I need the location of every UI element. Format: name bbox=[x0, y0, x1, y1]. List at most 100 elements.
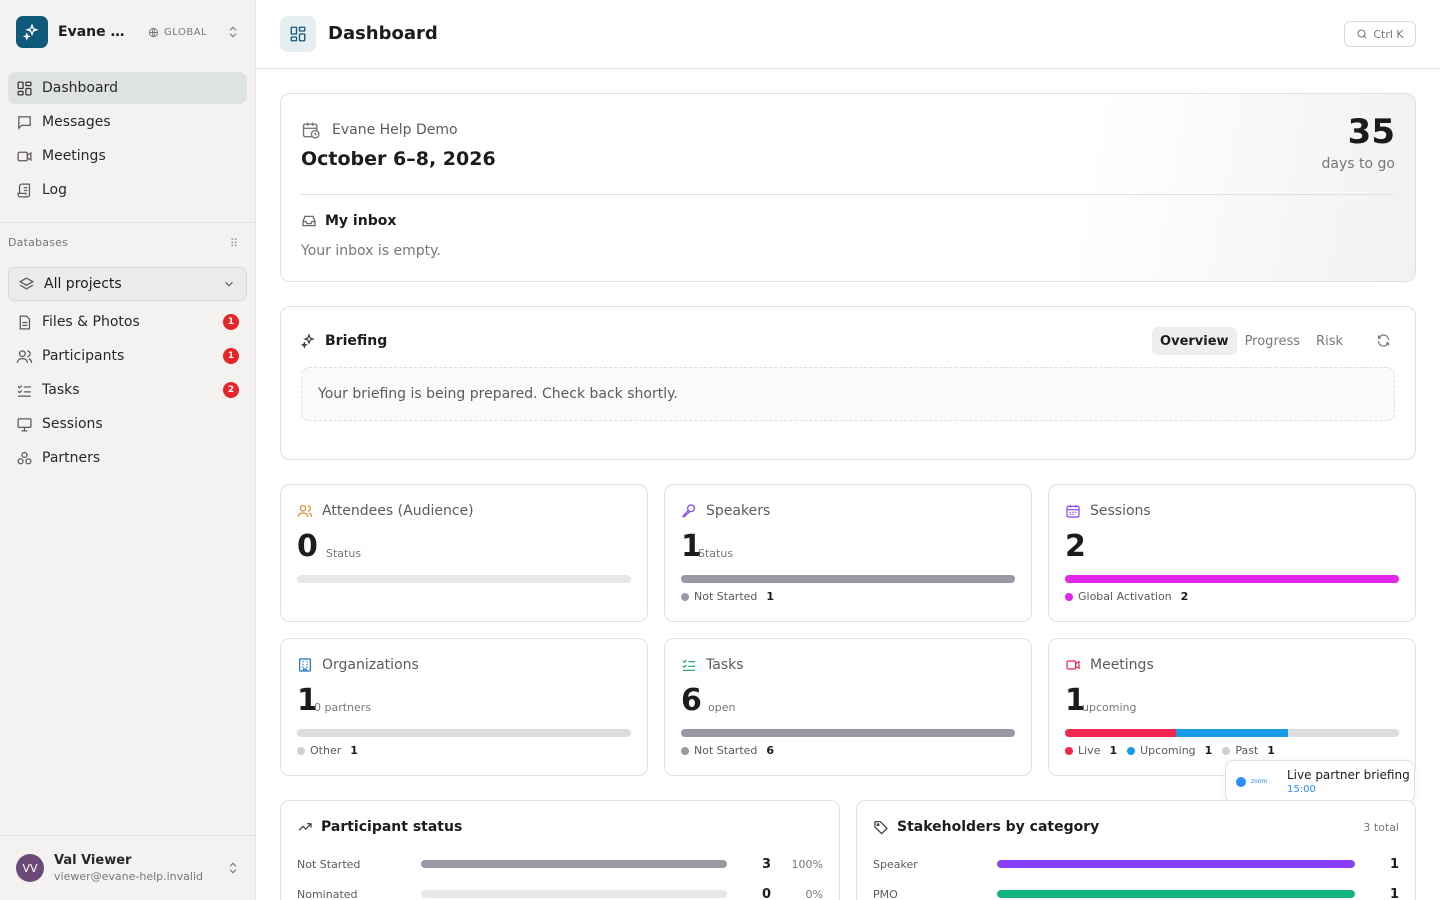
user-menu[interactable]: VV Val Viewer viewer@evane-help.invalid bbox=[16, 851, 240, 885]
row-label: Nominated bbox=[297, 887, 358, 900]
legend-label: Other bbox=[310, 744, 342, 757]
table-row[interactable]: Nominated 0 0% bbox=[297, 887, 823, 900]
nav-label: Meetings bbox=[42, 148, 106, 164]
toast-title: Live partner briefing bbox=[1287, 768, 1410, 782]
legend-dot bbox=[297, 746, 305, 755]
stat-bar bbox=[297, 729, 631, 737]
search-button[interactable]: Ctrl K bbox=[1344, 21, 1416, 47]
tags-icon bbox=[873, 819, 889, 835]
nav-item-meetings[interactable]: Meetings bbox=[8, 140, 247, 172]
sidebar: Evane Help Demo GLOBAL Dashboard Message… bbox=[0, 0, 256, 900]
live-meeting-toast[interactable]: zoom Live partner briefing 15:00 bbox=[1225, 760, 1415, 803]
count-badge: 1 bbox=[223, 348, 239, 364]
nav-label: Dashboard bbox=[42, 80, 118, 96]
search-shortcut: Ctrl K bbox=[1373, 27, 1404, 41]
stat-title: Attendees (Audience) bbox=[322, 503, 474, 519]
stakeholders-card: Stakeholders by category 3 total Speaker… bbox=[856, 800, 1416, 900]
calendar-clock-icon bbox=[301, 120, 321, 140]
trending-up-icon bbox=[297, 819, 313, 835]
section-title-row: Participant status bbox=[297, 819, 462, 835]
refresh-icon[interactable] bbox=[1376, 333, 1391, 348]
project-selector[interactable]: All projects bbox=[8, 267, 247, 301]
section-title: Participant status bbox=[321, 819, 463, 835]
sidebar-item-files-photos[interactable]: Files & Photos 1 bbox=[8, 306, 247, 338]
tab-progress[interactable]: Progress bbox=[1237, 327, 1308, 355]
legend-value: 6 bbox=[766, 744, 775, 757]
building-icon bbox=[297, 657, 313, 673]
stat-subtitle: Status bbox=[698, 547, 734, 560]
nav-item-messages[interactable]: Messages bbox=[8, 106, 247, 138]
bar-segment bbox=[1287, 729, 1399, 737]
table-row[interactable]: PMO 1 bbox=[873, 887, 1399, 900]
legend-dot bbox=[1222, 746, 1231, 755]
grip-icon[interactable]: ⠿ bbox=[230, 237, 238, 250]
legend-item: Not Started 6 bbox=[681, 744, 774, 757]
stat-card-attendees[interactable]: Attendees (Audience) 0 Status bbox=[280, 484, 648, 622]
stat-title-row: Sessions bbox=[1065, 503, 1151, 519]
stat-title: Tasks bbox=[706, 657, 744, 673]
stat-legend: Not Started 6 bbox=[681, 744, 774, 757]
calendar-icon bbox=[1065, 503, 1081, 519]
sidebar-item-partners[interactable]: Partners bbox=[8, 442, 247, 474]
stat-bar bbox=[681, 729, 1015, 737]
table-row[interactable]: Not Started 3 100% bbox=[297, 857, 823, 872]
sidebar-item-participants[interactable]: Participants 1 bbox=[8, 340, 247, 372]
workspace-scope-label: GLOBAL bbox=[164, 26, 208, 38]
zoom-logo: zoom bbox=[1251, 778, 1268, 785]
tab-overview[interactable]: Overview bbox=[1152, 327, 1237, 355]
tab-risk[interactable]: Risk bbox=[1308, 327, 1351, 355]
bar-segment bbox=[1065, 729, 1177, 737]
nav-item-log[interactable]: Log bbox=[8, 174, 247, 206]
row-bar-fill bbox=[997, 860, 1355, 868]
avatar: VV bbox=[16, 854, 44, 882]
row-bar-fill bbox=[421, 860, 727, 868]
row-value: 0 bbox=[761, 886, 771, 900]
user-email: viewer@evane-help.invalid bbox=[54, 870, 203, 883]
briefing-title: Briefing bbox=[325, 333, 388, 349]
grid-icon bbox=[16, 80, 33, 97]
stat-subtitle: 0 partners bbox=[314, 701, 372, 714]
legend-dot bbox=[681, 746, 689, 755]
stat-title: Speakers bbox=[706, 503, 771, 519]
briefing-card: Briefing Overview Progress Risk Your bri… bbox=[280, 306, 1416, 460]
stat-card-speakers[interactable]: Speakers 1 Status Not Started 1 bbox=[664, 484, 1032, 622]
page-title: Dashboard bbox=[328, 23, 438, 44]
stat-card-organizations[interactable]: Organizations 1 0 partners Other 1 bbox=[280, 638, 648, 776]
sidebar-item-sessions[interactable]: Sessions bbox=[8, 408, 247, 440]
stat-title-row: Tasks bbox=[681, 657, 744, 673]
sidebar-item-label: Tasks bbox=[42, 382, 80, 398]
legend-label: Past bbox=[1235, 744, 1259, 757]
stat-subtitle: upcoming bbox=[1082, 701, 1137, 714]
briefing-tabs: Overview Progress Risk bbox=[1152, 327, 1351, 355]
row-bar bbox=[997, 860, 1355, 868]
row-bar bbox=[997, 890, 1355, 898]
legend-item: Upcoming 1 bbox=[1127, 744, 1212, 757]
live-dot-icon bbox=[1236, 776, 1246, 787]
legend-item: Other 1 bbox=[297, 744, 358, 757]
users-icon bbox=[297, 503, 313, 519]
briefing-message: Your briefing is being prepared. Check b… bbox=[301, 367, 1395, 421]
workspace-switcher[interactable]: Evane Help Demo GLOBAL bbox=[16, 16, 240, 48]
sidebar-item-tasks[interactable]: Tasks 2 bbox=[8, 374, 247, 406]
stat-card-sessions[interactable]: Sessions 2 Global Activation 2 bbox=[1048, 484, 1416, 622]
stat-title: Meetings bbox=[1090, 657, 1154, 673]
nav-item-dashboard[interactable]: Dashboard bbox=[8, 72, 247, 104]
mic-icon bbox=[681, 503, 697, 519]
legend-value: 1 bbox=[1109, 744, 1118, 757]
table-row[interactable]: Speaker 1 bbox=[873, 857, 1399, 872]
chevrons-up-down-icon[interactable] bbox=[226, 25, 240, 39]
stat-legend: Global Activation 2 bbox=[1065, 590, 1188, 603]
grid-icon bbox=[280, 16, 316, 52]
stat-title-row: Speakers bbox=[681, 503, 770, 519]
network-icon bbox=[16, 450, 33, 467]
legend-dot bbox=[1065, 592, 1073, 601]
stat-card-tasks[interactable]: Tasks 6 open Not Started 6 bbox=[664, 638, 1032, 776]
stat-bar bbox=[297, 575, 631, 583]
stat-card-meetings[interactable]: Meetings 1 upcoming Live 1 Upcoming 1 Past… bbox=[1048, 638, 1416, 776]
legend-value: 1 bbox=[766, 590, 775, 603]
stat-subtitle: open bbox=[708, 701, 736, 714]
days-to-go-label: days to go bbox=[1321, 156, 1395, 172]
sidebar-item-label: Files & Photos bbox=[42, 314, 140, 330]
event-card: Evane Help Demo October 6–8, 2026 35 day… bbox=[280, 93, 1416, 282]
stat-title-row: Attendees (Audience) bbox=[297, 503, 474, 519]
